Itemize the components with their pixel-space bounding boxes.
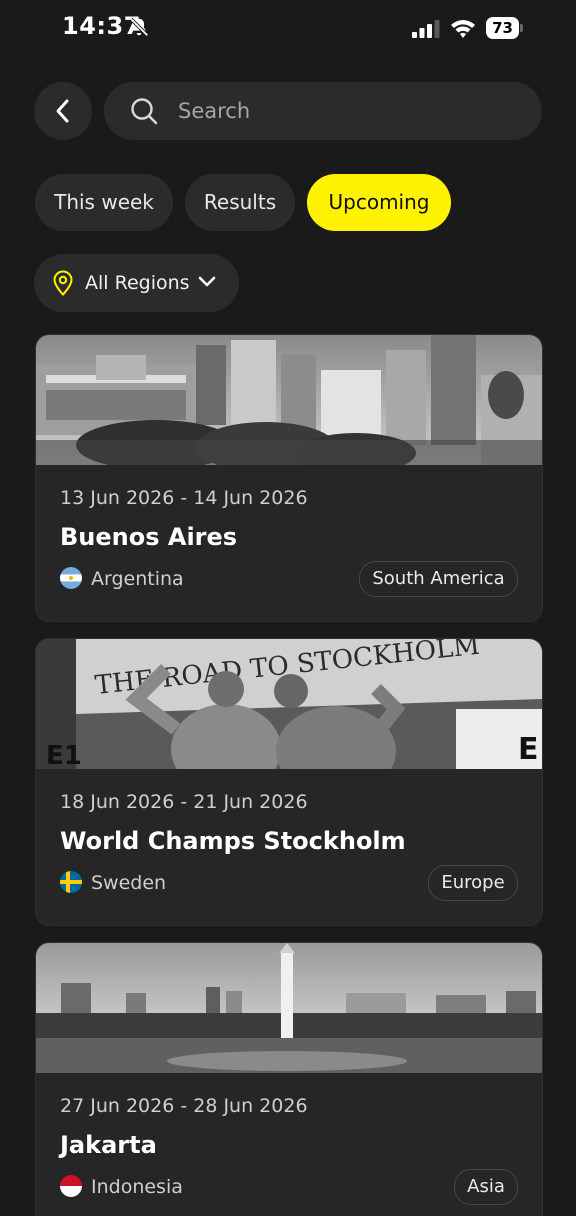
buenos-aires-city-photo [36,335,542,465]
battery-icon: 73 [486,17,523,39]
event-region-badge: Asia [454,1169,518,1205]
location-pin-icon [53,270,73,296]
sweden-flag-icon [60,871,82,893]
event-card[interactable]: 27 Jun 2026 - 28 Jun 2026 Jakarta Indone… [35,942,543,1216]
event-region-badge: South America [359,561,518,597]
jakarta-city-photo [36,943,542,1073]
back-button[interactable] [34,82,92,140]
battery-tip [520,24,523,32]
region-filter-label: All Regions [85,272,190,294]
tab-upcoming[interactable]: Upcoming [307,174,451,231]
svg-text:E1: E1 [46,741,82,769]
event-date: 18 Jun 2026 - 21 Jun 2026 [60,791,308,813]
argentina-flag-icon [60,567,82,589]
wifi-icon [451,20,475,38]
event-country: Argentina [91,568,184,590]
cellular-signal-icon [412,20,440,38]
event-card[interactable]: 13 Jun 2026 - 14 Jun 2026 Buenos Aires A… [35,334,543,622]
search-icon [131,98,158,125]
stockholm-athletes-photo: THE ROAD TO STOCKHOLM E1 E [36,639,542,769]
search-placeholder: Search [178,99,251,123]
events-screen: 14:37 73 Search This week Results Upcomi… [0,0,576,1216]
event-country: Indonesia [91,1176,183,1198]
event-date: 13 Jun 2026 - 14 Jun 2026 [60,487,308,509]
event-region-badge: Europe [428,865,518,901]
tab-results[interactable]: Results [185,174,295,231]
search-input[interactable]: Search [104,82,542,140]
event-card[interactable]: THE ROAD TO STOCKHOLM E1 E 18 Jun 2026 -… [35,638,543,926]
tab-this-week[interactable]: This week [35,174,173,231]
event-title: Buenos Aires [60,523,238,551]
svg-text:E: E [518,732,539,767]
event-title: World Champs Stockholm [60,827,406,855]
status-bar: 14:37 73 [0,0,576,56]
indonesia-flag-icon [60,1175,82,1197]
event-country: Sweden [91,872,167,894]
event-date: 27 Jun 2026 - 28 Jun 2026 [60,1095,308,1117]
event-title: Jakarta [60,1131,157,1159]
battery-level: 73 [486,17,519,39]
chevron-down-icon [198,276,216,287]
bell-muted-icon [129,17,149,37]
region-filter-dropdown[interactable]: All Regions [34,254,239,312]
chevron-left-icon [56,99,69,123]
